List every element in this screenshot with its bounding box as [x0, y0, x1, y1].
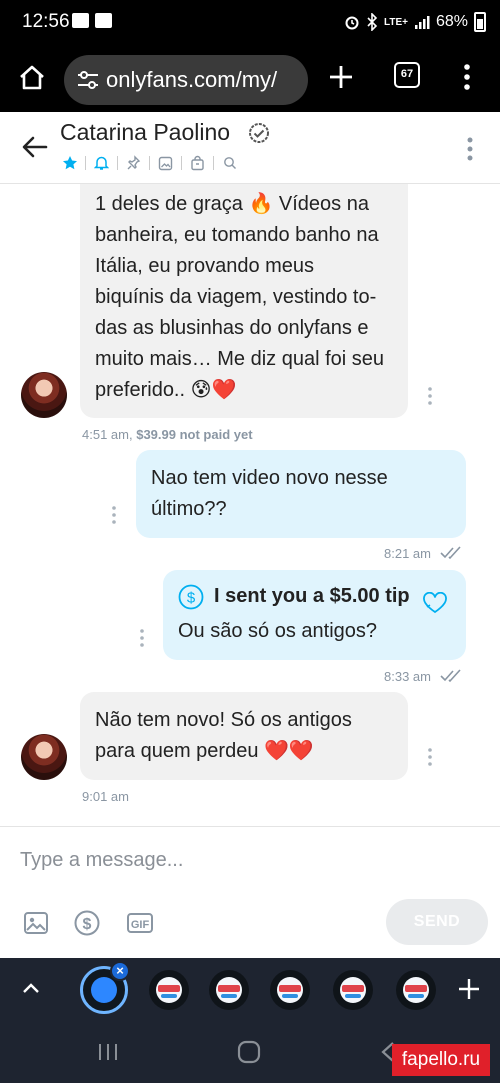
message-options-icon[interactable] [426, 747, 434, 767]
message-meta: 4:51 am, $39.99 not paid yet [82, 427, 253, 442]
read-receipt-icon [440, 669, 461, 683]
gif-icon[interactable]: GIF [126, 909, 154, 937]
sticker-pack-item[interactable] [270, 970, 310, 1010]
message-time: 9:01 am [82, 789, 129, 804]
battery-icon [474, 12, 486, 32]
dollar-circle-icon: $ [178, 584, 204, 609]
svg-text:GIF: GIF [131, 919, 150, 931]
pin-icon[interactable] [122, 154, 145, 172]
bell-icon[interactable] [90, 154, 113, 172]
browser-toolbar: onlyfans.com/my/ 67 [0, 46, 500, 112]
app-notification-icon [95, 13, 112, 28]
star-icon[interactable] [58, 154, 81, 172]
battery-percent: 68% [435, 13, 468, 30]
avatar[interactable] [21, 734, 67, 780]
tip-message-bubble[interactable]: $ I sent you a $5.00 tip Ou são só os an… [163, 570, 466, 660]
message-options-icon[interactable] [110, 505, 118, 525]
message-price: $39.99 not paid yet [136, 427, 253, 442]
svg-text:$: $ [187, 589, 196, 606]
address-bar[interactable]: onlyfans.com/my/ [64, 55, 308, 105]
avatar[interactable] [21, 372, 67, 418]
site-settings-icon[interactable] [76, 69, 100, 91]
browser-menu-icon[interactable] [462, 62, 472, 92]
home-icon[interactable] [17, 63, 47, 93]
dollar-icon[interactable]: $ [73, 909, 101, 937]
chevron-up-icon[interactable] [20, 978, 42, 1000]
bag-icon[interactable] [186, 154, 209, 172]
watermark: fapello.ru [392, 1044, 490, 1076]
message-time: 4:51 am, [82, 427, 133, 442]
send-button[interactable]: SEND [386, 899, 488, 945]
read-receipt-icon [440, 546, 461, 560]
message-composer: $ GIF SEND [0, 826, 500, 958]
message-bubble-incoming[interactable]: Não tem novo! Só os antigos para quem pe… [80, 692, 408, 780]
like-heart-icon[interactable] [422, 592, 448, 614]
network-type: LTE+ [383, 16, 408, 28]
bluetooth-icon [367, 13, 378, 31]
message-text: Não tem novo! Só os antigos para quem pe… [95, 709, 352, 762]
keyboard-sticker-bar: × [0, 958, 500, 1022]
message-text: Ou são só os antigos? [178, 620, 378, 642]
url-text[interactable]: onlyfans.com/my/ [106, 67, 277, 93]
verified-badge-icon [249, 123, 269, 143]
chat-header-actions [58, 154, 241, 172]
search-icon[interactable] [218, 154, 241, 172]
back-arrow-icon[interactable] [20, 132, 50, 162]
sticker-pack-item[interactable] [396, 970, 436, 1010]
message-list[interactable]: 1 deles de graça 🔥 Vídeos na banheira, e… [0, 184, 500, 826]
message-bubble-outgoing[interactable]: Nao tem video novo nesse último?? [136, 450, 466, 538]
status-time: 12:56 [22, 11, 70, 32]
youtube-notification-icon [72, 13, 89, 28]
add-sticker-icon[interactable] [456, 976, 482, 1002]
message-text: Nao tem video novo nesse último?? [151, 467, 388, 520]
message-input[interactable] [20, 845, 460, 875]
sticker-pack-item[interactable] [209, 970, 249, 1010]
message-options-icon[interactable] [426, 386, 434, 406]
recent-apps-icon[interactable] [97, 1042, 119, 1062]
image-icon[interactable] [22, 909, 50, 937]
gallery-icon[interactable] [154, 154, 177, 172]
message-options-icon[interactable] [138, 628, 146, 648]
chat-more-icon[interactable] [465, 136, 475, 162]
chat-header: Catarina Paolino [0, 112, 500, 184]
home-button-icon[interactable] [236, 1039, 262, 1065]
alarm-icon [345, 16, 359, 30]
message-time: 8:33 am [384, 669, 431, 684]
signal-icon [414, 16, 430, 29]
close-sticker-pack-button[interactable]: × [110, 961, 130, 981]
message-text: 1 deles de graça 🔥 Vídeos na banheira, e… [95, 193, 385, 401]
sticker-pack-item[interactable] [149, 970, 189, 1010]
tab-switcher-button[interactable]: 67 [394, 62, 420, 88]
message-time: 8:21 am [384, 546, 431, 561]
svg-text:$: $ [83, 916, 92, 933]
chat-contact-name[interactable]: Catarina Paolino [60, 119, 230, 146]
tip-text: I sent you a $5.00 tip [214, 585, 410, 607]
message-bubble-incoming[interactable]: 1 deles de graça 🔥 Vídeos na banheira, e… [80, 184, 408, 418]
status-bar: 12:56 LTE+ 68% [0, 0, 500, 46]
new-tab-icon[interactable] [326, 62, 356, 92]
sticker-pack-item[interactable] [333, 970, 373, 1010]
